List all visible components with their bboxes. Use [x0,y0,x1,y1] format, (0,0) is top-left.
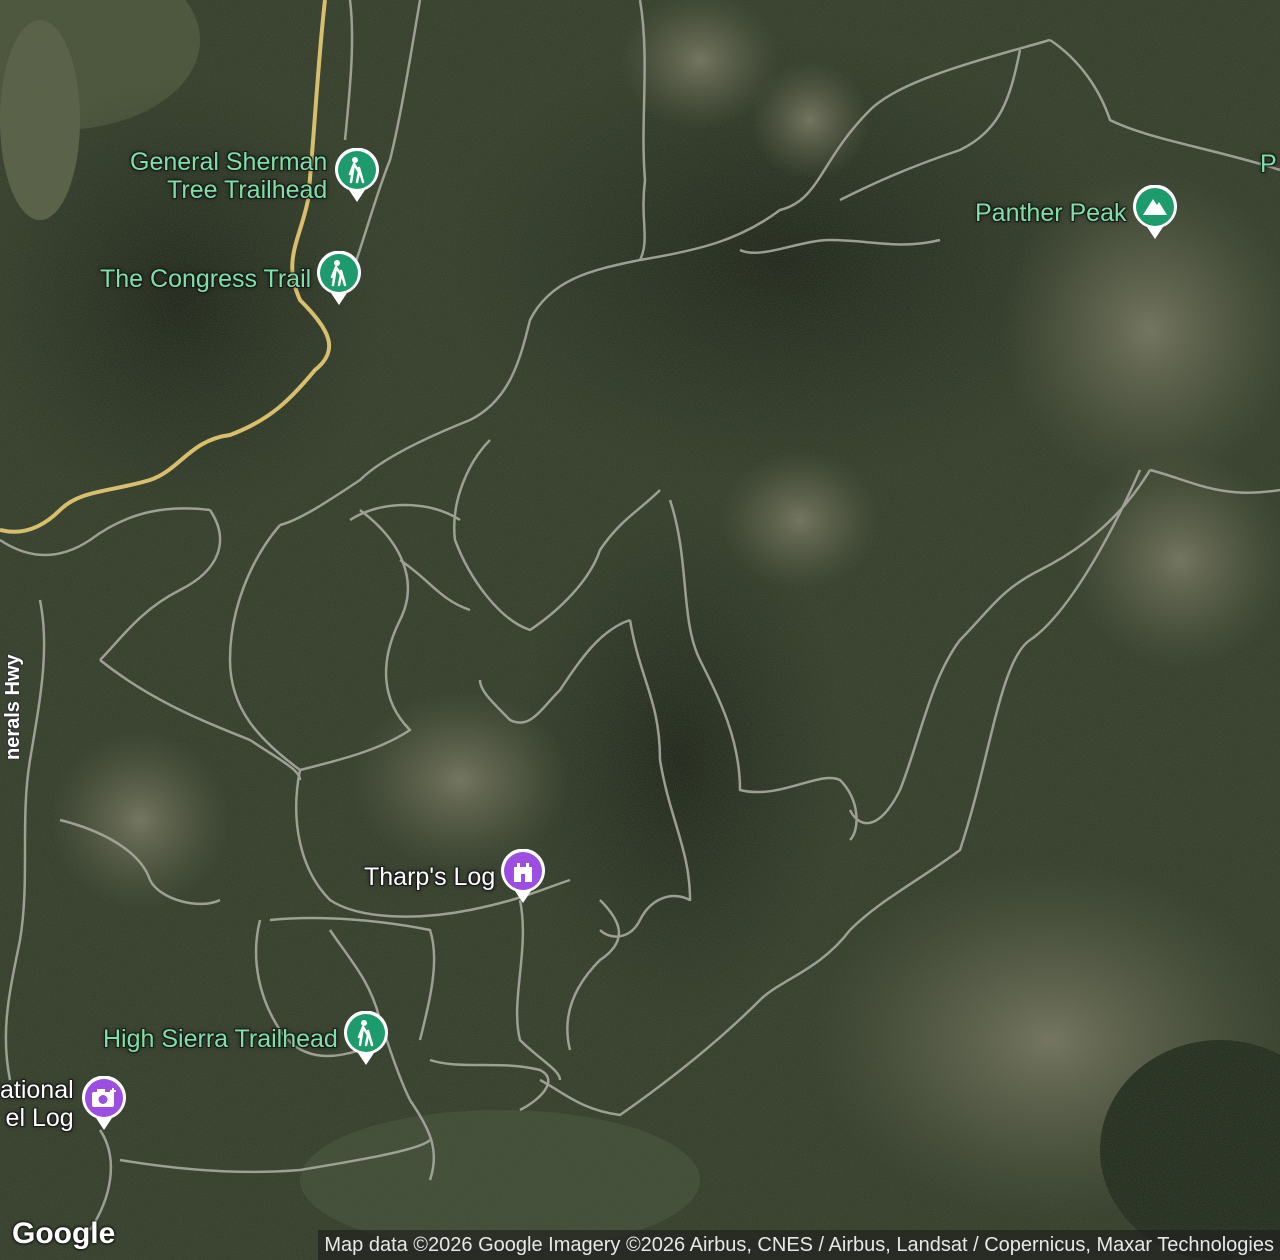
hiking-icon [315,251,363,307]
partial-label: P [1260,150,1277,178]
poi-label-line2: Tree Trailhead [167,176,328,204]
poi-tharps-log[interactable]: Tharp's Log [364,849,547,905]
castle-icon [499,849,547,905]
poi-label: Panther Peak [975,198,1127,227]
poi-panther-peak[interactable]: Panther Peak [975,185,1179,241]
map-attribution[interactable]: Map data ©2026 Google Imagery ©2026 Airb… [318,1230,1280,1260]
poi-label: The Congress Trail [100,264,312,293]
poi-national-tunnel-log[interactable]: ational el Log [0,1076,128,1132]
poi-label: High Sierra Trailhead [103,1024,338,1053]
poi-label-line1: ational [0,1076,74,1104]
map-canvas[interactable]: General Sherman Tree Trailhead The Congr… [0,0,1280,1260]
camera-icon [80,1076,128,1132]
mountain-icon [1131,185,1179,241]
poi-label-line1: General Sherman [130,148,328,176]
poi-general-sherman-trailhead[interactable]: General Sherman Tree Trailhead [130,148,381,204]
poi-congress-trail[interactable]: The Congress Trail [100,251,363,307]
google-logo: Google [12,1217,116,1250]
hiking-icon [333,148,381,204]
poi-label: Tharp's Log [364,862,496,891]
road-label-generals-hwy: nerals Hwy [2,654,24,760]
poi-label-line2: el Log [5,1104,74,1132]
poi-high-sierra-trailhead[interactable]: High Sierra Trailhead [103,1011,390,1067]
hiking-icon [342,1011,390,1067]
